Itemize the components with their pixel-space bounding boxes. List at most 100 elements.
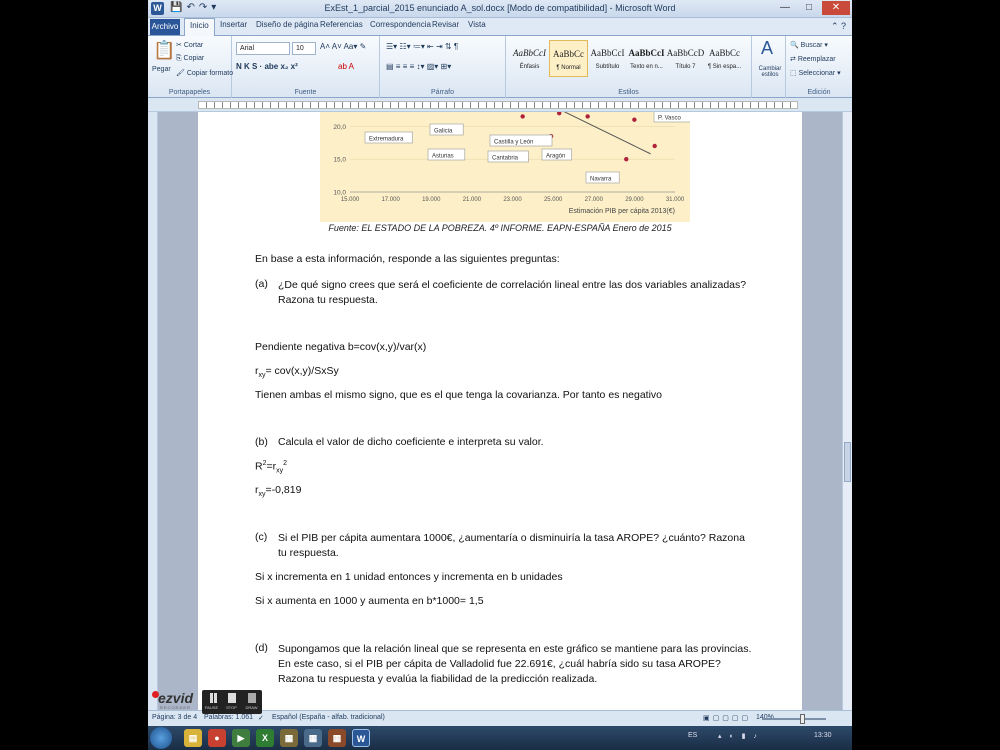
select-button[interactable]: ⬚ Seleccionar ▾ [790,69,841,77]
style-texto[interactable]: AaBbCcI Texto en n... [627,40,666,77]
recorder-controls: PAUSE STOP DRAW [202,690,262,714]
clipboard-group: 📋 Pegar ✂ Cortar ⎘ Copiar 🖌 Copiar forma… [148,36,233,98]
align-buttons[interactable]: ▤ ≡ ≡ ≡ ↕▾ ▨▾ ⊞▾ [386,62,451,71]
font-format-buttons[interactable]: N K S · abe x₂ x² [236,62,298,71]
chart-x-axis-label: Estimación PIB per cápita 2013(€) [569,208,675,215]
chart-y-tick-label: 10,0 [333,190,346,197]
answer-b-line1: R2=rxy2 [255,460,288,475]
word-taskbar-icon[interactable]: W [352,729,370,747]
chart-x-tick-label: 21.000 [463,197,482,203]
start-button[interactable] [150,727,172,749]
language-status[interactable]: Español (España - alfab. tradicional) [272,714,385,721]
scatter-chart: 20,0 15,0 10,0 15.000 17.000 19.000 21.000 23.… [320,112,692,222]
font-color-button[interactable]: ab A [338,62,354,71]
document-page[interactable]: 20,0 15,0 10,0 15.000 17.000 19.000 21.000 23.… [198,112,802,710]
chart-x-tick-label: 19.000 [422,197,441,203]
stop-button[interactable]: STOP [222,690,241,714]
horizontal-ruler[interactable] [148,98,852,112]
chart-point-label: P. Vasco [658,116,681,122]
tab-diseno-pagina[interactable]: Diseño de página [256,20,318,29]
vertical-ruler[interactable] [148,112,158,710]
answer-a-line3: Tienen ambas el mismo signo, que es el q… [255,389,663,401]
tab-vista[interactable]: Vista [468,20,486,29]
paste-button[interactable]: Pegar [152,66,171,73]
app-taskbar-icon-3[interactable]: ▦ [328,729,346,747]
change-styles-group: A Cambiar estilos [752,36,786,98]
format-painter-button[interactable]: 🖌 Copiar formato [176,69,233,77]
pause-button[interactable]: PAUSE [202,690,221,714]
tab-referencias[interactable]: Referencias [320,20,363,29]
question-c-text: Si el PIB per cápita aumentara 1000€, ¿a… [278,532,745,559]
chart-x-tick-label: 23.000 [503,197,522,203]
style-enfasis[interactable]: AaBbCcI Énfasis [510,40,549,77]
zoom-slider[interactable] [762,714,826,724]
chart-figure: 20,0 15,0 10,0 15.000 17.000 19.000 21.000 23.… [320,112,692,222]
ezvid-recorder-overlay: ezvid RECORDER PAUSE STOP DRAW [150,688,262,716]
app-taskbar-icon-1[interactable]: ▦ [280,729,298,747]
tray-icons[interactable]: ▴ ◐ ▮ ♪ [718,732,760,740]
font-group: Arial 10 A˄ A˅ Aa▾ ✎ N K S · abe x₂ x² a… [232,36,380,98]
style-subtitulo[interactable]: AaBbCcI Subtítulo [588,40,627,77]
change-styles-icon[interactable]: A [761,38,773,59]
font-label: Fuente [294,89,317,96]
style-normal[interactable]: AaBbCc ¶ Normal [549,40,588,77]
paste-icon[interactable]: 📋 [153,40,175,61]
tab-archivo[interactable]: Archivo [150,19,180,35]
explorer-taskbar-icon[interactable]: ▤ [184,729,202,747]
tab-correspondencia[interactable]: Correspondencia [370,20,431,29]
chart-y-tick-label: 15,0 [333,157,346,164]
view-buttons[interactable]: ▣▢▢▢▢ [703,714,751,722]
question-b-letter: (b) [255,436,268,448]
answer-c-line1: Si x incrementa en 1 unidad entonces y i… [255,571,563,583]
help-icon[interactable]: ⌃ ? [831,21,846,32]
chart-point [632,117,637,122]
list-buttons[interactable]: ☰▾ ☷▾ ≔▾ ⇤ ⇥ ⇅ ¶ [386,42,458,51]
answer-a-line2: rxy= cov(x,y)/SxSy [255,365,339,380]
question-a-letter: (a) [255,278,268,290]
media-taskbar-icon[interactable]: ▶ [232,729,250,747]
close-button[interactable]: ✕ [822,1,850,15]
cut-button[interactable]: ✂ Cortar [176,41,203,49]
chart-point-label: Galicia [434,129,453,135]
maximize-button[interactable]: □ [798,1,820,15]
chart-point [585,114,590,119]
chart-point-label: Castilla y León [494,140,533,146]
chart-point [624,156,629,162]
app-taskbar-icon-2[interactable]: ▦ [304,729,322,747]
answer-a-line1: Pendiente negativa b=cov(x,y)/var(x) [255,341,427,353]
minimize-button[interactable]: — [774,1,796,15]
taskbar: ▤ ● ▶ X ▦ ▦ ▦ W ES ▴ ◐ ▮ ♪ 13:30 [148,726,852,750]
find-button[interactable]: 🔍 Buscar ▾ [790,41,828,49]
chart-x-tick-label: 29.000 [625,197,644,203]
font-name-select[interactable]: Arial [236,42,290,55]
scroll-thumb[interactable] [844,442,851,482]
copy-button[interactable]: ⎘ Copiar [176,55,204,63]
question-b-text: Calcula el valor de dicho coeficiente e … [278,436,544,448]
styles-label: Estilos [618,89,639,96]
answer-c-line2: Si x aumenta en 1000 y aumenta en b*1000… [255,595,484,607]
chrome-taskbar-icon[interactable]: ● [208,729,226,747]
chart-x-tick-label: 27.000 [585,197,604,203]
chart-point [652,143,657,149]
chart-point-label: Aragón [546,154,565,160]
language-indicator[interactable]: ES [688,732,697,739]
style-sin-espacio[interactable]: AaBbCc ¶ Sin espa... [705,40,744,77]
change-styles-button[interactable]: Cambiar estilos [754,66,786,78]
excel-taskbar-icon[interactable]: X [256,729,274,747]
font-size-select[interactable]: 10 [292,42,316,55]
question-d-text: Supongamos que la relación lineal que se… [278,643,752,685]
style-titulo7[interactable]: AaBbCcD Título 7 [666,40,705,77]
tab-revisar[interactable]: Revisar [432,20,459,29]
replace-button[interactable]: ⇄ Reemplazar [790,55,836,63]
tab-insertar[interactable]: Insertar [220,20,247,29]
chart-x-tick-label: 31.000 [666,197,685,203]
styles-group: AaBbCcI Énfasis AaBbCc ¶ Normal AaBbCcI Sub… [506,36,752,98]
chart-y-tick-label: 20,0 [333,124,346,131]
clock[interactable]: 13:30 [814,732,832,739]
screen: W 💾↶↷▾ ExEst_1_parcial_2015 enunciado A_… [0,0,1000,750]
question-c-letter: (c) [255,531,268,543]
font-grow-shrink-buttons[interactable]: A˄ A˅ Aa▾ ✎ [320,42,366,51]
draw-button[interactable]: DRAW [242,690,261,714]
tab-inicio[interactable]: Inicio [184,18,215,36]
vertical-scrollbar[interactable] [842,112,852,710]
